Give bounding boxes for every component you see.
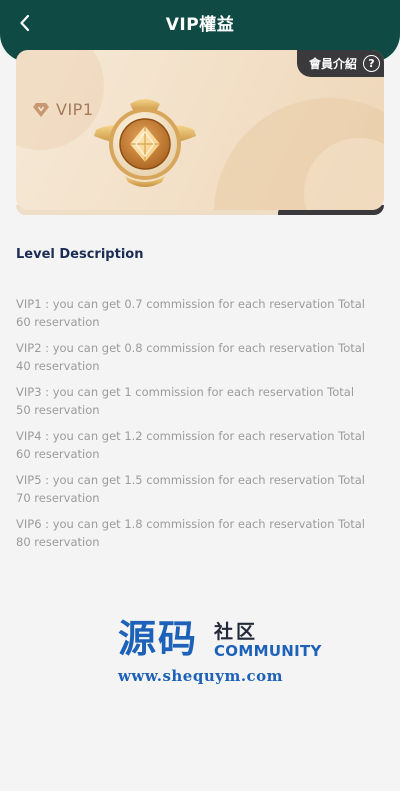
back-button[interactable] — [14, 12, 36, 34]
vip-benefits-screen: VIP權益 會員介紹 ? VIP1 Level Description VIP1… — [0, 0, 400, 791]
member-intro-button[interactable]: 會員介紹 ? — [296, 50, 384, 77]
vip-level-text: VIP1 — [56, 100, 94, 119]
member-intro-label: 會員介紹 — [308, 57, 357, 71]
level-description-item: VIP6 : you can get 1.8 commission for ea… — [16, 517, 365, 549]
level-description-item: VIP2 : you can get 0.8 commission for ea… — [16, 341, 365, 373]
page-title: VIP權益 — [165, 14, 235, 35]
level-description-item: VIP4 : you can get 1.2 commission for ea… — [16, 429, 365, 461]
level-description-title: Level Description — [16, 247, 144, 262]
level-description-list: VIP1 : you can get 0.7 commission for ea… — [16, 296, 371, 560]
watermark-community-text: COMMUNITY — [214, 642, 322, 660]
level-description-item: VIP3 : you can get 1 commission for each… — [16, 385, 355, 417]
diamond-icon — [33, 102, 49, 117]
medal-badge-icon — [94, 99, 196, 187]
vip-level-card: 會員介紹 ? VIP1 — [16, 50, 384, 210]
watermark-side-text: 社区 — [214, 621, 259, 643]
level-description-item: VIP1 : you can get 0.7 commission for ea… — [16, 297, 365, 329]
level-description-item: VIP5 : you can get 1.5 commission for ea… — [16, 473, 365, 505]
help-icon: ? — [363, 55, 380, 72]
watermark-main-text: 源码 — [118, 617, 199, 661]
watermark-logo: 源码 社区 COMMUNITY www.shequym.com — [118, 617, 321, 692]
chevron-left-icon — [20, 14, 30, 32]
watermark-url: www.shequym.com — [118, 667, 284, 685]
vip-level-label: VIP1 — [32, 100, 94, 119]
